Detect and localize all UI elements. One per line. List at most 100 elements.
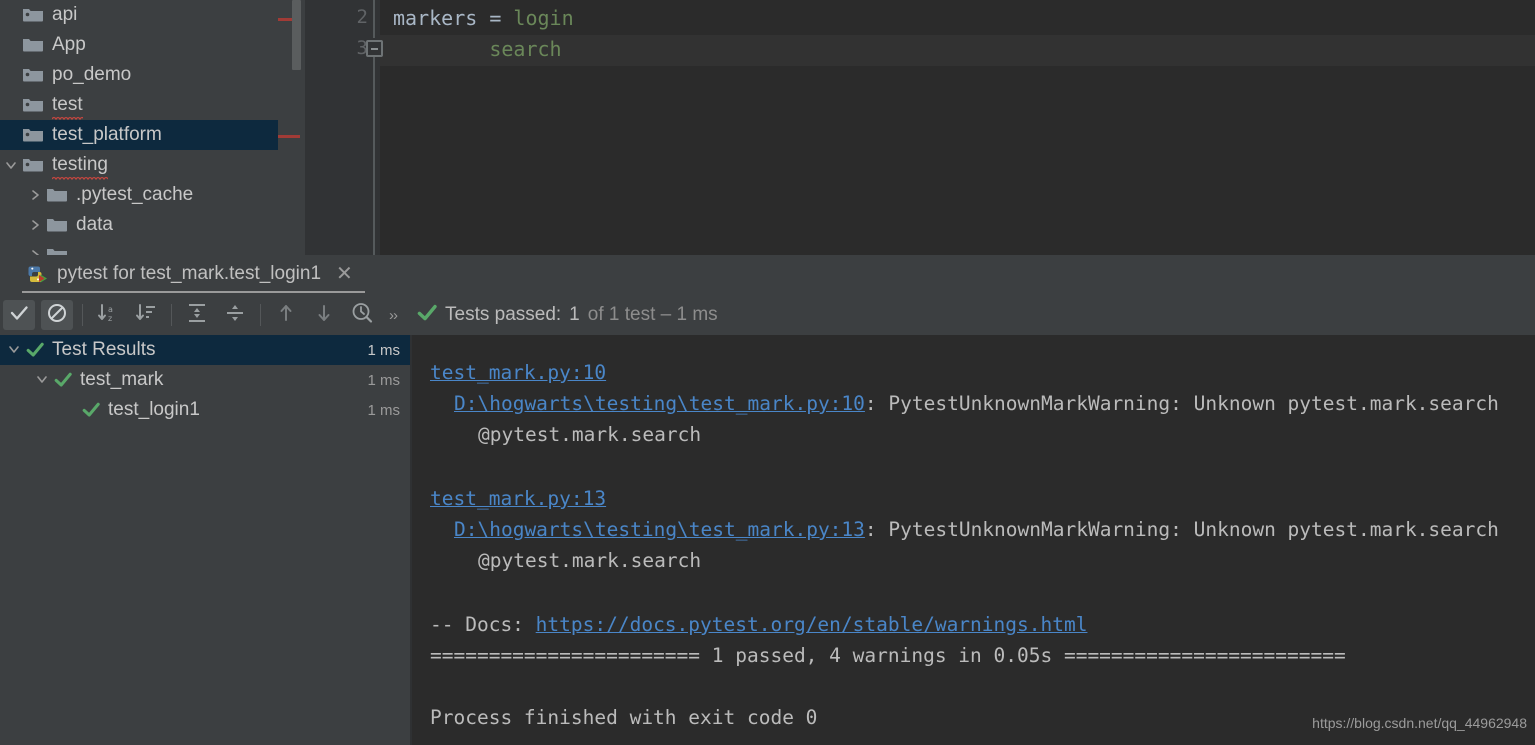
chevron-down-icon[interactable] — [0, 159, 22, 171]
console-link[interactable]: https://docs.pytest.org/en/stable/warnin… — [536, 613, 1088, 636]
hide-ignored-toggle[interactable] — [41, 300, 73, 330]
green-check-icon — [417, 303, 437, 328]
next-failed-test[interactable] — [308, 300, 340, 330]
previous-failed-test[interactable] — [270, 300, 302, 330]
test-result-row[interactable]: test_login1 1 ms — [0, 395, 410, 425]
tests-passed-count: 1 — [569, 304, 580, 325]
expand-all-icon — [186, 302, 208, 329]
run-tab-underline — [22, 291, 365, 293]
test-results-tree[interactable]: Test Results 1 ms test_mark 1 ms test_login1… — [0, 335, 410, 745]
console-text: -- Docs: — [430, 613, 536, 636]
error-stripe-mark[interactable] — [278, 135, 300, 138]
project-scrollbar-thumb[interactable] — [292, 0, 301, 70]
console-line: test_mark.py:13 — [430, 489, 606, 509]
test-history[interactable] — [346, 300, 378, 330]
code-line[interactable]: search — [393, 37, 561, 61]
collapse-all[interactable] — [219, 300, 251, 330]
console-link[interactable]: D:\hogwarts\testing\test_mark.py:13 — [454, 518, 865, 541]
console-line: D:\hogwarts\testing\test_mark.py:10: Pyt… — [454, 394, 1499, 414]
double-chevron-right-icon[interactable]: ›› — [389, 307, 398, 324]
console-link[interactable]: test_mark.py:10 — [430, 361, 606, 384]
tree-item-partial[interactable] — [0, 240, 285, 255]
sort-by-duration[interactable] — [130, 300, 162, 330]
sort-az-icon: az — [97, 302, 119, 329]
tree-item-app[interactable]: App — [0, 30, 285, 60]
tree-item-po-demo[interactable]: po_demo — [0, 60, 285, 90]
console-text: @pytest.mark.search — [478, 423, 702, 446]
tree-item-label: data — [76, 214, 113, 235]
test-duration: 1 ms — [367, 341, 400, 359]
show-passed-toggle[interactable] — [3, 300, 35, 330]
tree-item-data[interactable]: data — [0, 210, 285, 240]
console-line: test_mark.py:10 — [430, 363, 606, 383]
check-icon — [9, 303, 29, 328]
tree-item-label: api — [52, 4, 78, 25]
console-text: : PytestUnknownMarkWarning: Unknown pyte… — [864, 518, 1499, 541]
chevron-right-icon[interactable] — [24, 189, 46, 201]
project-tree-panel[interactable]: api App po_demotest test_platformtesting .py… — [0, 0, 285, 255]
console-text: Process finished with exit code 0 — [430, 706, 818, 729]
test-result-label: test_login1 — [108, 399, 200, 420]
console-line: ======================= 1 passed, 4 warn… — [430, 646, 1346, 666]
module-folder-icon — [22, 95, 46, 115]
tree-item--pytest-cache[interactable]: .pytest_cache — [0, 180, 285, 210]
code-fold-icon[interactable] — [366, 40, 383, 57]
chevron-down-icon[interactable] — [4, 339, 24, 361]
tree-item-label: test — [52, 94, 83, 115]
toolbar-separator — [82, 304, 83, 326]
code-token: = — [489, 6, 514, 30]
console-text: : PytestUnknownMarkWarning: Unknown pyte… — [864, 392, 1499, 415]
code-token: login — [513, 6, 574, 30]
module-folder-icon — [22, 65, 46, 85]
tree-item-label: test_platform — [52, 124, 162, 145]
console-link[interactable]: D:\hogwarts\testing\test_mark.py:10 — [454, 392, 865, 415]
test-result-label: test_mark — [80, 369, 164, 390]
collapse-all-icon — [224, 302, 246, 329]
test-duration: 1 ms — [367, 371, 400, 389]
tree-item-test[interactable]: test — [0, 90, 285, 120]
sort-duration-icon — [135, 302, 157, 329]
sort-alphabetically[interactable]: az — [92, 300, 124, 330]
console-text: ======================= 1 passed, 4 warn… — [430, 644, 1346, 667]
svg-text:z: z — [108, 314, 112, 323]
arrow-down-icon — [313, 302, 335, 329]
expand-all[interactable] — [181, 300, 213, 330]
green-check-icon — [24, 341, 46, 359]
no-entry-icon — [47, 303, 67, 328]
tree-item-api[interactable]: api — [0, 0, 285, 30]
folder-icon — [46, 245, 70, 255]
test-result-row[interactable]: test_mark 1 ms — [0, 365, 410, 395]
run-tab-bar: pytest for test_mark.test_login1 ✕ — [0, 255, 1535, 293]
editor-gutter[interactable]: 23 — [305, 0, 380, 255]
green-check-icon — [80, 401, 102, 419]
tree-item-testing[interactable]: testing — [0, 150, 285, 180]
chevron-down-icon[interactable] — [32, 369, 52, 391]
clock-search-icon — [350, 301, 374, 330]
test-result-row[interactable]: Test Results 1 ms — [0, 335, 410, 365]
folder-icon — [46, 185, 70, 205]
test-result-label: Test Results — [52, 339, 156, 360]
code-token: markers — [393, 6, 490, 30]
tree-item-test-platform[interactable]: test_platform — [0, 120, 285, 150]
line-number: 2 — [356, 6, 368, 28]
close-icon[interactable]: ✕ — [336, 264, 353, 284]
console-line: -- Docs: https://docs.pytest.org/en/stab… — [430, 615, 1087, 635]
chevron-right-icon[interactable] — [24, 219, 46, 231]
tree-item-label: po_demo — [52, 64, 132, 85]
console-line: Process finished with exit code 0 — [430, 708, 817, 728]
code-editor[interactable]: 23 markers = login search — [305, 0, 1535, 255]
green-check-icon — [52, 371, 74, 389]
toolbar-separator — [260, 304, 261, 326]
run-toolbar: a z ›› Tests passed: 1 of 1 test – 1 ms — [0, 295, 1535, 335]
svg-text:a: a — [108, 305, 113, 314]
tests-passed-label: Tests passed: — [445, 304, 562, 325]
arrow-up-icon — [275, 302, 297, 329]
console-link[interactable]: test_mark.py:13 — [430, 487, 606, 510]
tree-item-label: .pytest_cache — [76, 184, 194, 205]
tree-item-label: testing — [52, 154, 108, 175]
run-tab-pytest[interactable]: pytest for test_mark.test_login1 ✕ — [22, 257, 357, 291]
module-folder-icon — [22, 125, 46, 145]
test-output-console[interactable]: https://blog.csdn.net/qq_44962948 test_m… — [412, 335, 1535, 745]
code-line[interactable]: markers = login — [393, 6, 574, 30]
